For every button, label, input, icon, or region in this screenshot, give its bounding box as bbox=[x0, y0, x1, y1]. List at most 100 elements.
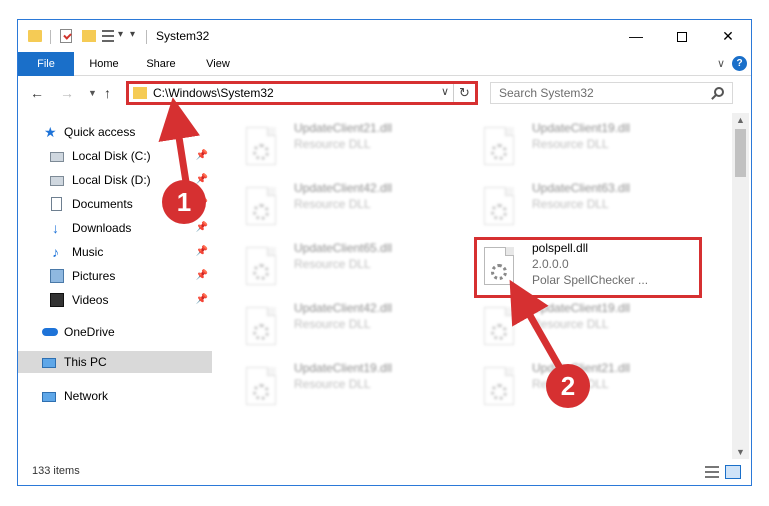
sidebar-item-music[interactable]: ♪ Music 📌 bbox=[18, 241, 212, 263]
dll-file-icon bbox=[484, 187, 514, 225]
pin-icon: 📌 bbox=[195, 294, 208, 305]
dll-file-icon bbox=[484, 127, 514, 165]
file-name: UpdateClient19.dll bbox=[532, 301, 631, 315]
file-item[interactable]: UpdateClient63.dll Resource DLL bbox=[472, 177, 702, 233]
sidebar-item-local-disk-c[interactable]: Local Disk (C:) 📌 bbox=[18, 145, 212, 167]
videos-icon bbox=[50, 293, 64, 307]
sidebar-item-quick-access[interactable]: ★ Quick access bbox=[18, 121, 212, 143]
file-description: Resource DLL bbox=[294, 377, 371, 391]
file-name: UpdateClient42.dll bbox=[294, 301, 393, 315]
star-icon: ★ bbox=[44, 124, 57, 140]
dll-file-icon bbox=[484, 307, 514, 345]
file-name: UpdateClient19.dll bbox=[532, 121, 631, 135]
expand-ribbon-icon[interactable]: ∨ bbox=[717, 57, 725, 70]
back-button[interactable]: ← bbox=[30, 85, 44, 101]
gear-icon bbox=[253, 204, 269, 220]
window-title: System32 bbox=[156, 29, 210, 43]
sidebar-item-onedrive[interactable]: OneDrive bbox=[18, 321, 212, 343]
file-name: UpdateClient21.dll bbox=[294, 121, 393, 135]
scroll-up-icon[interactable]: ▲ bbox=[736, 115, 745, 125]
up-button[interactable]: ↑ bbox=[104, 85, 111, 101]
properties-icon[interactable] bbox=[60, 29, 72, 43]
pictures-icon bbox=[50, 269, 64, 283]
gear-icon bbox=[253, 144, 269, 160]
file-name: UpdateClient63.dll bbox=[532, 181, 631, 195]
close-button[interactable]: ✕ bbox=[705, 20, 751, 52]
new-folder-icon[interactable] bbox=[82, 30, 96, 42]
search-icon[interactable] bbox=[714, 87, 724, 97]
address-dropdown-icon[interactable]: ∨ bbox=[441, 85, 449, 98]
pin-icon: 📌 bbox=[195, 246, 208, 257]
folder-icon bbox=[28, 30, 42, 42]
vertical-scrollbar[interactable]: ▲ ▼ bbox=[732, 113, 749, 459]
address-path[interactable]: C:\Windows\System32 bbox=[153, 86, 274, 100]
documents-icon bbox=[51, 197, 62, 211]
sidebar-item-pictures[interactable]: Pictures 📌 bbox=[18, 265, 212, 287]
minimize-button[interactable]: — bbox=[613, 20, 659, 52]
file-description: Resource DLL bbox=[294, 257, 371, 271]
file-explorer-window: ▾ ▾ System32 — ✕ File Home Share View ∨ … bbox=[17, 19, 752, 486]
file-item[interactable]: UpdateClient42.dll Resource DLL bbox=[234, 297, 464, 353]
sidebar-item-label: This PC bbox=[64, 355, 107, 369]
dll-file-icon bbox=[246, 127, 276, 165]
sidebar-item-label: Pictures bbox=[72, 269, 116, 283]
tab-home[interactable]: Home bbox=[88, 52, 120, 76]
file-item[interactable]: UpdateClient19.dll Resource DLL bbox=[472, 297, 702, 353]
sidebar-item-label: OneDrive bbox=[64, 325, 115, 339]
scrollbar-thumb[interactable] bbox=[735, 129, 746, 177]
search-placeholder: Search System32 bbox=[499, 86, 594, 100]
tab-file[interactable]: File bbox=[18, 52, 74, 76]
details-view-icon[interactable] bbox=[705, 466, 719, 478]
status-bar: 133 items bbox=[18, 459, 751, 485]
file-list: UpdateClient21.dll Resource DLL UpdateCl… bbox=[224, 113, 732, 459]
tab-view[interactable]: View bbox=[204, 52, 232, 76]
pin-icon: 📌 bbox=[195, 222, 208, 233]
dll-file-icon bbox=[246, 367, 276, 405]
file-description: Resource DLL bbox=[532, 137, 609, 151]
file-name: UpdateClient19.dll bbox=[294, 361, 393, 375]
ribbon: File Home Share View ∨ ? bbox=[18, 52, 751, 76]
sidebar-item-this-pc[interactable]: This PC bbox=[18, 351, 212, 373]
disk-icon bbox=[50, 152, 64, 162]
recent-locations-button[interactable]: ▼ bbox=[88, 88, 97, 98]
step-1-badge: 1 bbox=[162, 180, 206, 224]
chevron-down-icon[interactable]: ▾ bbox=[118, 29, 123, 45]
file-name: UpdateClient42.dll bbox=[294, 181, 393, 195]
sidebar-item-label: Music bbox=[72, 245, 104, 259]
disk-icon bbox=[50, 176, 64, 186]
dll-file-icon bbox=[246, 187, 276, 225]
search-input[interactable]: Search System32 bbox=[490, 82, 733, 104]
file-item[interactable]: UpdateClient42.dll Resource DLL bbox=[234, 177, 464, 233]
file-item[interactable]: UpdateClient19.dll Resource DLL bbox=[234, 357, 464, 413]
help-icon[interactable]: ? bbox=[732, 56, 747, 71]
this-pc-icon bbox=[42, 358, 56, 368]
file-description: Resource DLL bbox=[294, 197, 371, 211]
maximize-button[interactable] bbox=[659, 20, 705, 52]
sidebar-item-network[interactable]: Network bbox=[18, 385, 212, 407]
address-row: ← → ▼ ↑ C:\Windows\System32 ∨ ↻ Search S… bbox=[18, 77, 751, 109]
scroll-down-icon[interactable]: ▼ bbox=[736, 447, 745, 457]
tab-share[interactable]: Share bbox=[144, 52, 178, 76]
title-separator bbox=[146, 30, 147, 44]
customize-toolbar-icon[interactable]: ▾ bbox=[130, 29, 135, 45]
views-icon[interactable] bbox=[102, 30, 114, 42]
sidebar-item-label: Local Disk (D:) bbox=[72, 173, 151, 187]
gear-icon bbox=[253, 324, 269, 340]
large-icons-view-icon[interactable] bbox=[725, 465, 741, 479]
sidebar-item-videos[interactable]: Videos 📌 bbox=[18, 289, 212, 311]
music-icon: ♪ bbox=[52, 244, 59, 260]
file-item[interactable]: UpdateClient65.dll Resource DLL bbox=[234, 237, 464, 293]
file-name: UpdateClient65.dll bbox=[294, 241, 393, 255]
file-item[interactable]: UpdateClient19.dll Resource DLL bbox=[472, 117, 702, 173]
quick-access-separator bbox=[50, 30, 51, 44]
refresh-button[interactable]: ↻ bbox=[453, 84, 475, 102]
forward-button[interactable]: → bbox=[60, 85, 74, 101]
file-description: Resource DLL bbox=[294, 317, 371, 331]
item-count: 133 items bbox=[32, 465, 80, 477]
file-description: Resource DLL bbox=[294, 137, 371, 151]
sidebar-item-label: Quick access bbox=[64, 125, 136, 139]
sidebar-item-label: Local Disk (C:) bbox=[72, 149, 151, 163]
address-bar[interactable]: C:\Windows\System32 ∨ ↻ bbox=[126, 81, 478, 105]
file-item[interactable]: UpdateClient21.dll Resource DLL bbox=[234, 117, 464, 173]
dll-file-icon bbox=[484, 367, 514, 405]
